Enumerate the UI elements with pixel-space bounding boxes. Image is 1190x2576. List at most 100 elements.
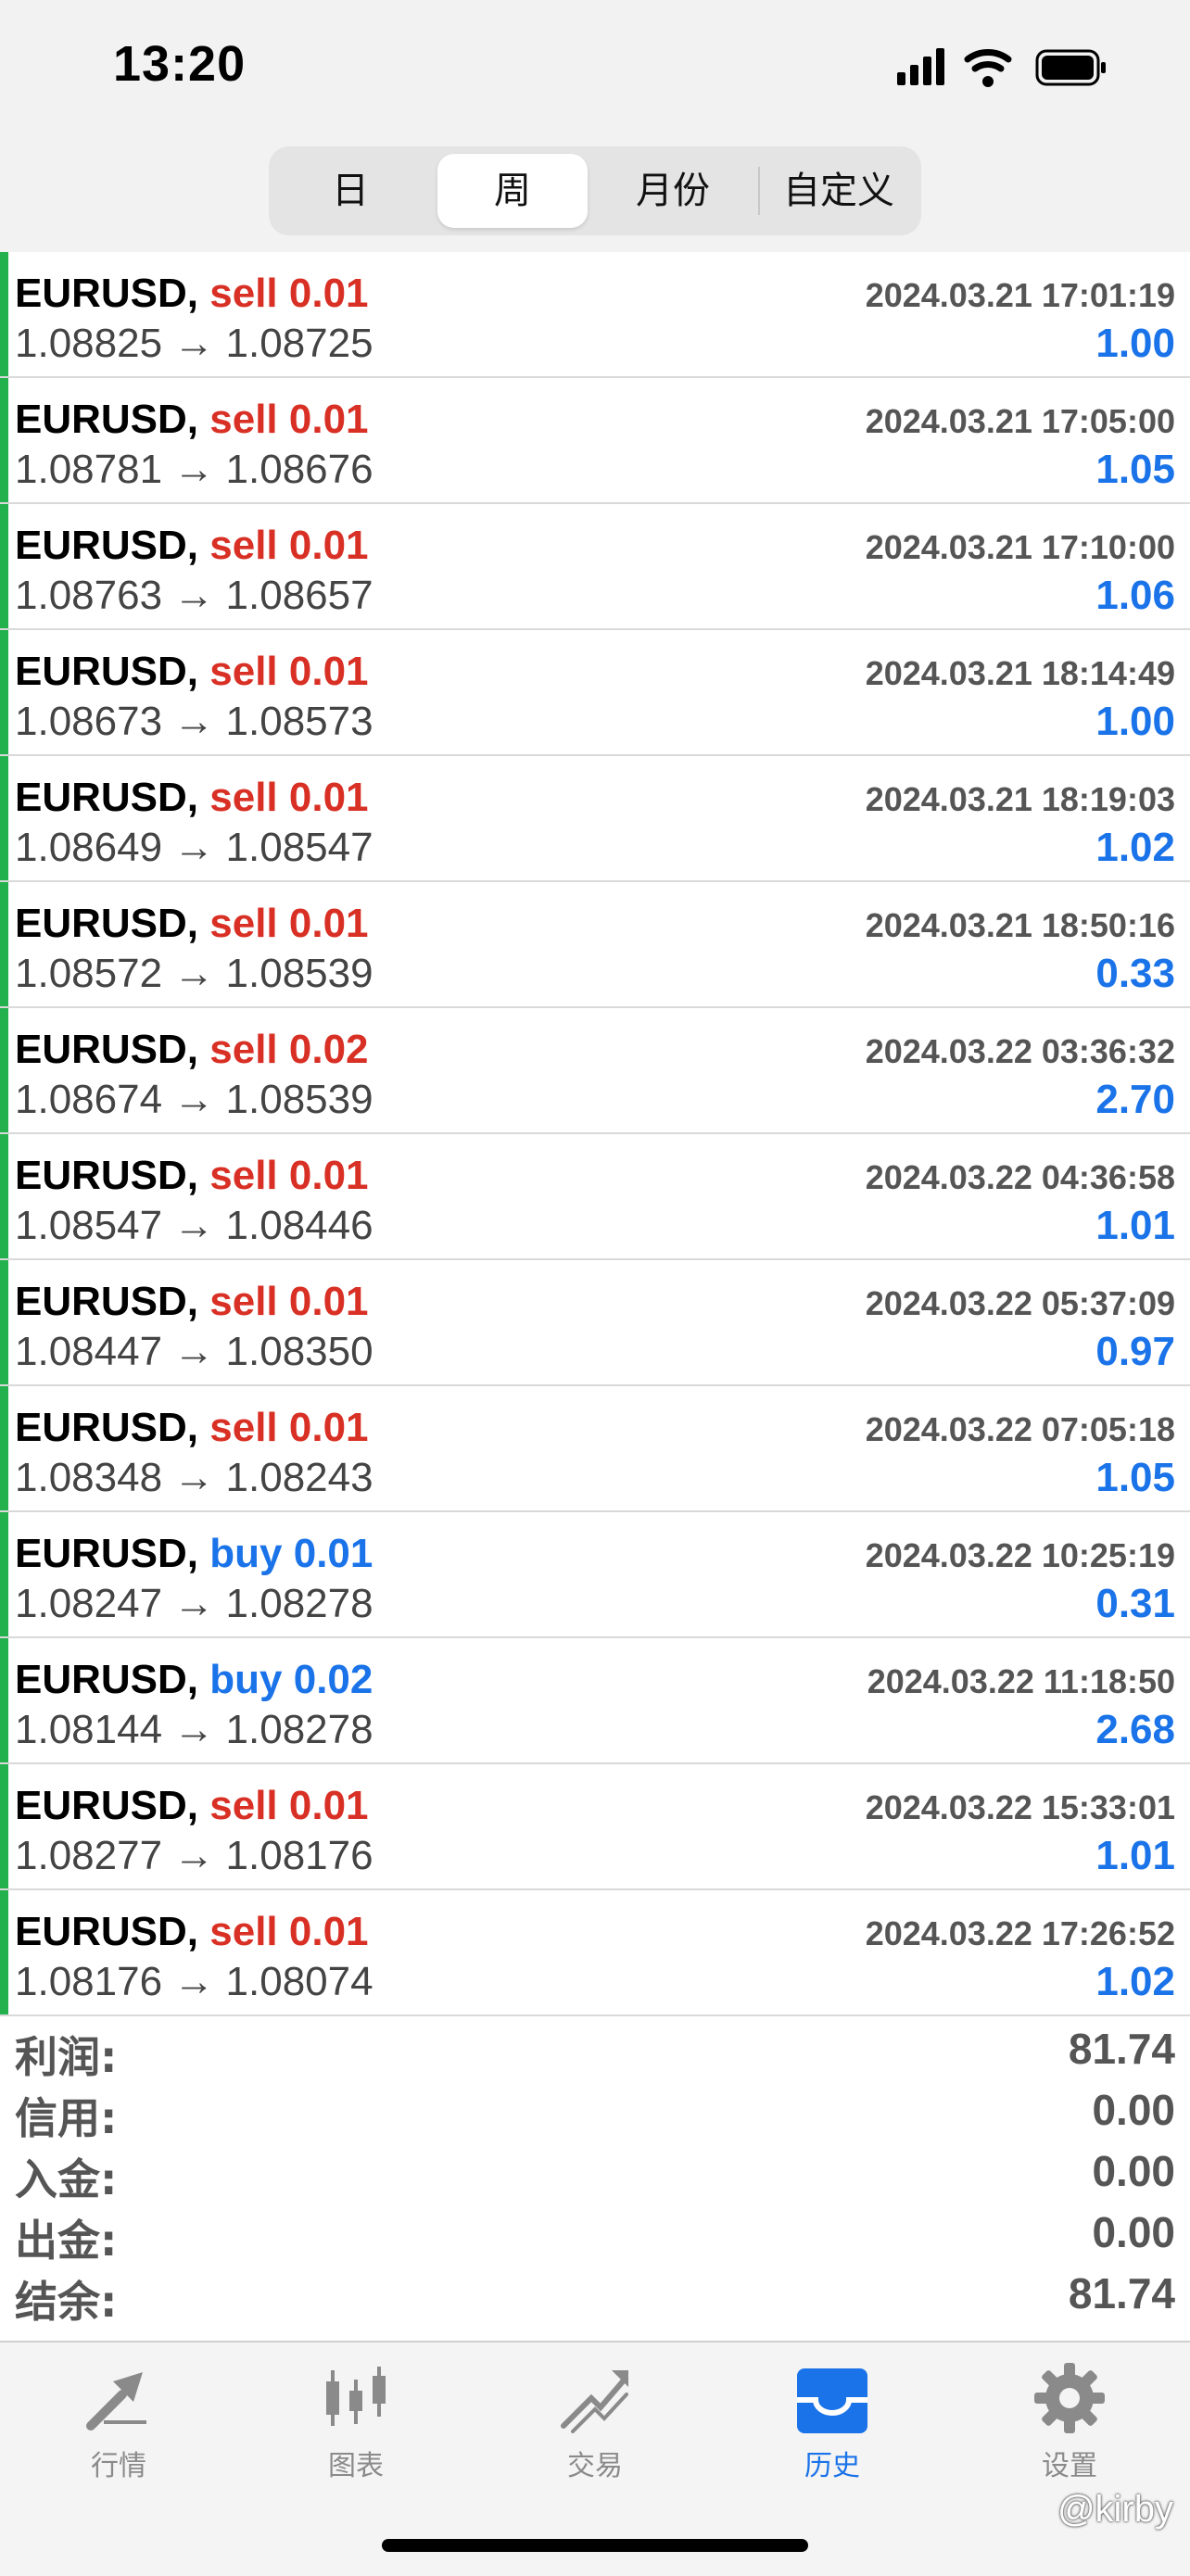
open-price: 1.08572	[15, 951, 163, 996]
trade-symbol: EURUSD,	[15, 1909, 199, 1954]
cellular-signal-icon	[897, 48, 944, 85]
close-price: 1.08547	[225, 825, 373, 870]
trade-prices: 1.08547 → 1.08446	[15, 1203, 373, 1249]
open-price: 1.08547	[15, 1203, 163, 1248]
open-price: 1.08348	[15, 1455, 163, 1500]
tab-settings[interactable]: 设置	[986, 2361, 1153, 2491]
quotes-icon	[86, 2372, 146, 2431]
trade-datetime: 2024.03.22 03:36:32	[865, 1032, 1175, 1070]
trade-datetime: 2024.03.21 18:19:03	[865, 780, 1175, 818]
trade-volume: 0.01	[288, 1153, 369, 1198]
close-price: 1.08176	[225, 1833, 373, 1878]
trade-side: sell	[209, 775, 278, 820]
row-indicator	[0, 378, 8, 502]
trade-row[interactable]: EURUSD, sell 0.01 2024.03.21 17:10:00 1.08…	[0, 504, 1190, 630]
row-indicator	[0, 1764, 8, 1888]
trade-symbol: EURUSD,	[15, 1153, 199, 1198]
trade-symbol-side: EURUSD, buy 0.01	[15, 1531, 373, 1577]
trade-symbol-side: EURUSD, buy 0.02	[15, 1657, 373, 1703]
trade-side: sell	[209, 1279, 278, 1324]
trade-side: sell	[209, 397, 278, 442]
trade-row[interactable]: EURUSD, sell 0.01 2024.03.22 17:26:52 1.08…	[0, 1890, 1190, 2016]
trade-datetime: 2024.03.22 07:05:18	[865, 1410, 1175, 1448]
arrow-right-icon: →	[173, 1203, 215, 1248]
trade-symbol-side: EURUSD, sell 0.01	[15, 397, 369, 443]
row-indicator	[0, 756, 8, 880]
trade-prices: 1.08763 → 1.08657	[15, 573, 373, 619]
trade-row[interactable]: EURUSD, sell 0.01 2024.03.21 18:19:03 1.08…	[0, 756, 1190, 882]
trade-row[interactable]: EURUSD, sell 0.01 2024.03.21 17:01:19 1.08…	[0, 252, 1190, 378]
open-price: 1.08176	[15, 1959, 163, 2004]
trade-symbol: EURUSD,	[15, 775, 199, 820]
trade-symbol: EURUSD,	[15, 1783, 199, 1828]
close-price: 1.08074	[225, 1959, 373, 2004]
trade-row[interactable]: EURUSD, buy 0.01 2024.03.22 10:25:19 1.082…	[0, 1512, 1190, 1638]
close-price: 1.08676	[225, 447, 373, 492]
row-indicator	[0, 1890, 8, 2014]
trade-volume: 0.01	[288, 397, 369, 442]
trade-side: sell	[209, 1153, 278, 1198]
summary-value: 0.00	[1092, 2086, 1175, 2134]
trade-row[interactable]: EURUSD, sell 0.01 2024.03.22 04:36:58 1.08…	[0, 1134, 1190, 1260]
trade-side: sell	[209, 1909, 278, 1954]
trade-side: buy	[209, 1657, 283, 1702]
trade-row[interactable]: EURUSD, sell 0.01 2024.03.21 17:05:00 1.08…	[0, 378, 1190, 504]
home-indicator[interactable]	[382, 2539, 808, 2552]
segment-day[interactable]: 日	[276, 154, 424, 228]
open-price: 1.08674	[15, 1077, 163, 1122]
summary-row: 信用: 0.00	[0, 2081, 1190, 2143]
trade-row[interactable]: EURUSD, sell 0.01 2024.03.21 18:50:16 1.08…	[0, 882, 1190, 1008]
trade-volume: 0.01	[288, 1405, 369, 1450]
open-price: 1.08825	[15, 321, 163, 366]
trade-symbol-side: EURUSD, sell 0.01	[15, 901, 369, 947]
trade-datetime: 2024.03.21 18:14:49	[865, 654, 1175, 692]
summary-label: 信用:	[15, 2093, 118, 2143]
trade-symbol-side: EURUSD, sell 0.01	[15, 649, 369, 695]
tab-charts[interactable]: 图表	[272, 2361, 439, 2491]
open-price: 1.08781	[15, 447, 163, 492]
trade-row[interactable]: EURUSD, sell 0.01 2024.03.22 07:05:18 1.08…	[0, 1386, 1190, 1512]
trade-symbol-side: EURUSD, sell 0.01	[15, 1153, 369, 1199]
trade-profit: 1.02	[1095, 1959, 1175, 2004]
trade-profit: 0.31	[1095, 1581, 1175, 1626]
arrow-right-icon: →	[173, 951, 215, 996]
period-segmented-control: 日 周 月份 自定义	[269, 146, 921, 235]
tab-history[interactable]: 历史	[749, 2361, 916, 2491]
trade-symbol: EURUSD,	[15, 1279, 199, 1324]
trade-volume: 0.01	[288, 1909, 369, 1954]
segment-month[interactable]: 月份	[599, 154, 747, 228]
trade-side: sell	[209, 1783, 278, 1828]
summary-label: 利润:	[15, 2032, 118, 2082]
trade-row[interactable]: EURUSD, sell 0.01 2024.03.22 05:37:09 1.08…	[0, 1260, 1190, 1386]
trade-profit: 1.01	[1095, 1203, 1175, 1248]
trade-prices: 1.08572 → 1.08539	[15, 951, 373, 997]
segment-custom[interactable]: 自定义	[764, 154, 914, 228]
trade-prices: 1.08447 → 1.08350	[15, 1329, 373, 1375]
close-price: 1.08539	[225, 1077, 373, 1122]
trade-symbol-side: EURUSD, sell 0.01	[15, 775, 369, 821]
trade-datetime: 2024.03.22 05:37:09	[865, 1284, 1175, 1322]
trade-symbol: EURUSD,	[15, 397, 199, 442]
close-price: 1.08278	[225, 1581, 373, 1626]
trade-row[interactable]: EURUSD, sell 0.01 2024.03.21 18:14:49 1.08…	[0, 630, 1190, 756]
trade-symbol-side: EURUSD, sell 0.01	[15, 1405, 369, 1451]
tab-quotes[interactable]: 行情	[35, 2361, 202, 2491]
arrow-right-icon: →	[173, 447, 215, 492]
segment-week[interactable]: 周	[437, 154, 588, 228]
trade-row[interactable]: EURUSD, sell 0.02 2024.03.22 03:36:32 1.08…	[0, 1008, 1190, 1134]
trade-prices: 1.08144 → 1.08278	[15, 1707, 373, 1753]
trade-row[interactable]: EURUSD, sell 0.01 2024.03.22 15:33:01 1.08…	[0, 1764, 1190, 1890]
trade-datetime: 2024.03.22 11:18:50	[867, 1662, 1175, 1700]
chart-candles-icon	[326, 2367, 386, 2426]
summary-row: 结余: 81.74	[0, 2265, 1190, 2327]
watermark: @kirby	[1057, 2489, 1173, 2530]
summary-label: 结余:	[15, 2277, 118, 2327]
tab-label: 行情	[91, 2450, 146, 2482]
history-inbox-icon	[797, 2368, 867, 2433]
trade-volume: 0.01	[288, 775, 369, 820]
trade-row[interactable]: EURUSD, buy 0.02 2024.03.22 11:18:50 1.081…	[0, 1638, 1190, 1764]
trade-prices: 1.08673 → 1.08573	[15, 699, 373, 745]
open-price: 1.08649	[15, 825, 163, 870]
arrow-right-icon: →	[173, 1455, 215, 1500]
tab-trade[interactable]: 交易	[512, 2361, 678, 2491]
